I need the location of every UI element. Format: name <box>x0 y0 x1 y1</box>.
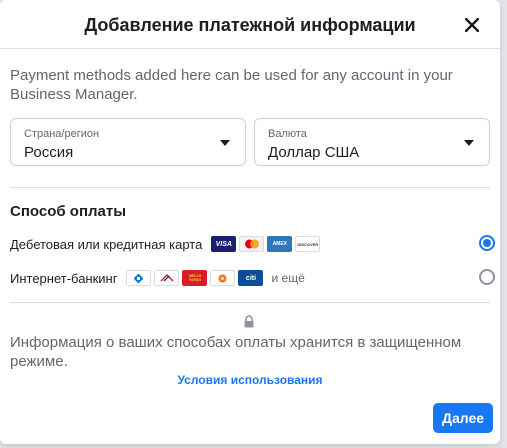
payment-option-radio-selected[interactable] <box>479 235 495 251</box>
close-button[interactable] <box>460 13 484 37</box>
payment-option-card[interactable]: Дебетовая или кредитная карта VISA AMEX … <box>10 233 495 255</box>
chevron-down-icon <box>464 140 474 146</box>
bofa-icon <box>154 270 180 286</box>
currency-select[interactable]: Валюта Доллар США <box>254 118 490 166</box>
currency-value: Доллар США <box>268 144 360 161</box>
discover-icon: DISCOVER <box>295 236 321 252</box>
chase-icon <box>126 270 152 286</box>
wells-fargo-icon: WELLS FARGO <box>182 270 208 286</box>
citi-icon: citi <box>238 270 264 286</box>
divider <box>10 302 490 303</box>
chevron-down-icon <box>220 140 230 146</box>
payment-method-title: Способ оплаты <box>10 203 127 220</box>
amex-icon: AMEX <box>267 236 293 252</box>
payment-option-radio[interactable] <box>479 269 495 285</box>
payment-option-label: Интернет-банкинг <box>10 270 118 286</box>
pnc-icon <box>210 270 236 286</box>
country-select[interactable]: Страна/регион Россия <box>10 118 246 166</box>
lock-icon <box>243 315 255 333</box>
payment-option-label: Дебетовая или кредитная карта <box>10 236 203 252</box>
terms-link[interactable]: Условия использования <box>0 373 500 387</box>
close-icon <box>465 18 479 32</box>
country-value: Россия <box>24 144 74 161</box>
mastercard-icon <box>239 236 265 252</box>
card-logos: VISA AMEX DISCOVER <box>211 236 321 252</box>
country-label: Страна/регион <box>24 128 100 140</box>
divider <box>10 187 490 188</box>
currency-label: Валюта <box>268 128 307 140</box>
payment-info-dialog: Добавление платежной информации Payment … <box>0 0 500 444</box>
info-text: Payment methods added here can be used f… <box>10 67 453 103</box>
header-divider <box>0 48 500 49</box>
dialog-title: Добавление платежной информации <box>84 15 416 35</box>
payment-option-bank[interactable]: Интернет-банкинг WELLS FARGO citi и ещё <box>10 267 495 289</box>
security-text: Информация о ваших способах оплаты храни… <box>10 334 462 370</box>
next-button[interactable]: Далее <box>433 403 493 433</box>
visa-icon: VISA <box>211 236 237 252</box>
bank-logos: WELLS FARGO citi <box>126 270 264 286</box>
more-banks-text: и ещё <box>271 271 305 285</box>
